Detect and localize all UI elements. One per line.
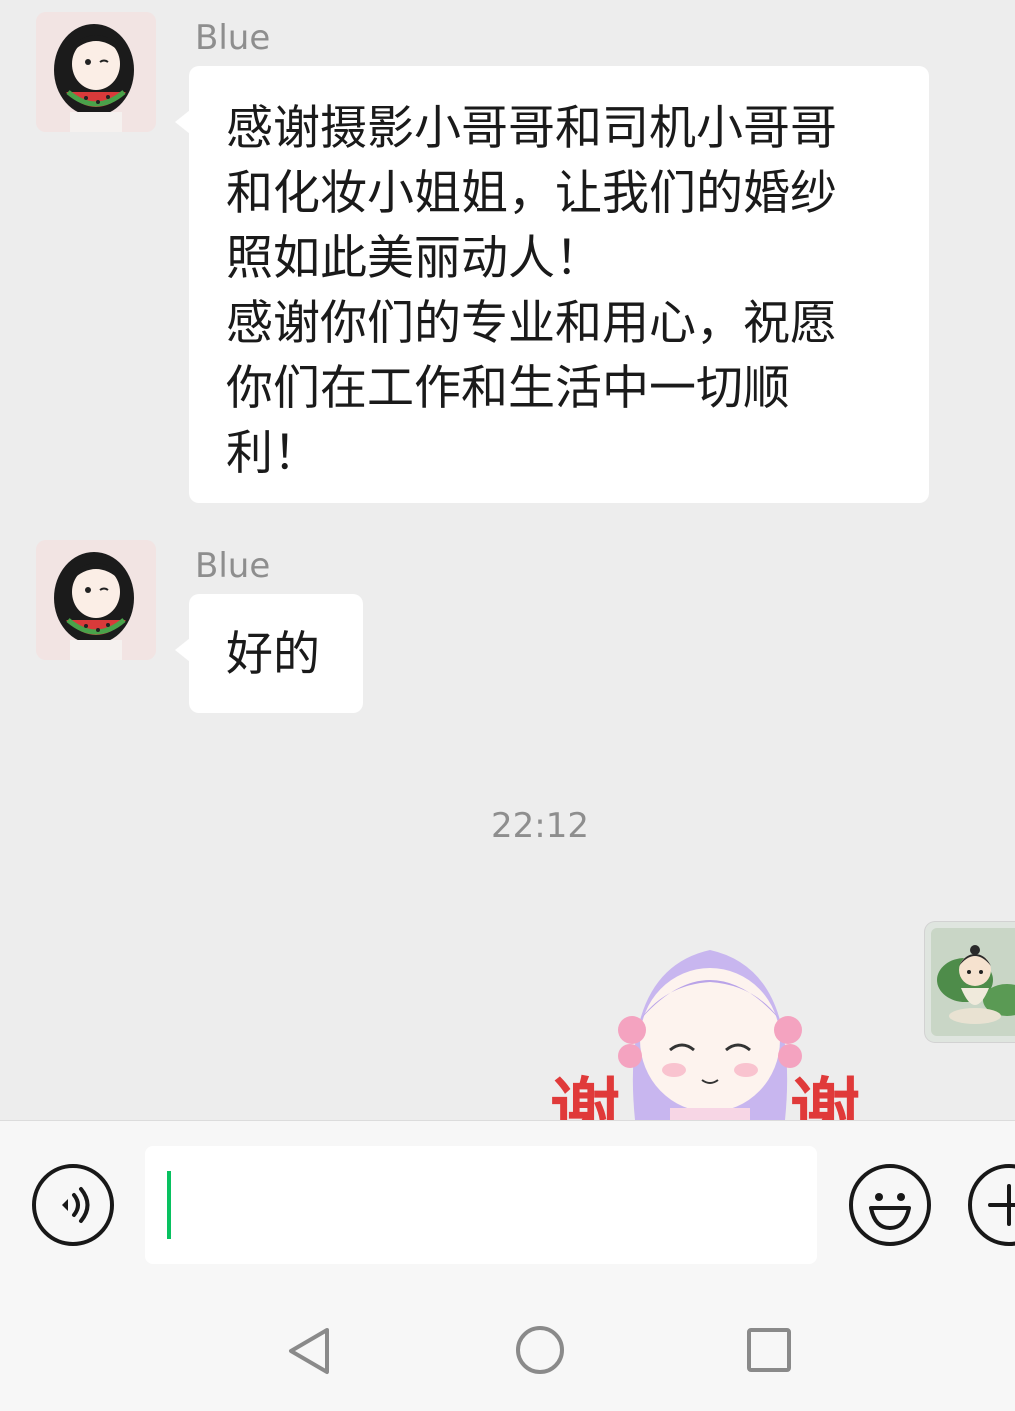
message-timestamp: 22:12 [491, 806, 589, 846]
anime-girl-sticker-image: 谢 谢 [550, 950, 860, 1120]
message-line: 感谢你们的专业和用心，祝愿 [226, 296, 837, 351]
system-nav-bar [0, 1290, 1015, 1411]
message-line: 和化妆小姐姐，让我们的婚纱 [226, 166, 837, 221]
message-input[interactable] [145, 1146, 817, 1264]
back-nav-icon[interactable] [285, 1326, 335, 1376]
message-list[interactable]: Blue 感谢摄影小哥哥和司机小哥哥 和化妆小姐姐，让我们的婚纱 照如此美丽动人… [0, 0, 1015, 1120]
my-avatar[interactable] [925, 922, 1015, 1042]
message-bubble[interactable]: 感谢摄影小哥哥和司机小哥哥 和化妆小姐姐，让我们的婚纱 照如此美丽动人！ 感谢你… [175, 66, 929, 503]
thank-you-sticker[interactable]: 谢 谢 [540, 930, 890, 1120]
girl-watermelon-avatar-image [36, 12, 156, 132]
plus-icon [988, 1184, 1015, 1226]
message-line: 好的 [226, 627, 320, 682]
sender-name: Blue [195, 546, 271, 586]
message-line: 利！ [226, 426, 320, 481]
message-bubble[interactable]: 好的 [175, 594, 363, 713]
sender-avatar[interactable] [36, 540, 156, 660]
sticker-text-right: 谢 [790, 1070, 860, 1120]
message-line: 感谢摄影小哥哥和司机小哥哥 [226, 101, 837, 156]
girl-watermelon-avatar-image [36, 540, 156, 660]
sticker-text-left: 谢 [550, 1070, 620, 1120]
lotus-doll-avatar-image [931, 928, 1015, 1036]
emoji-icon [869, 1193, 911, 1230]
sender-avatar[interactable] [36, 12, 156, 132]
text-caret [167, 1171, 171, 1239]
home-nav-icon[interactable] [514, 1324, 566, 1376]
sender-name: Blue [195, 18, 271, 58]
message-line: 你们在工作和生活中一切顺 [226, 361, 790, 416]
recents-nav-icon[interactable] [745, 1326, 793, 1374]
emoji-button[interactable] [849, 1164, 931, 1246]
message-line: 照如此美丽动人！ [226, 231, 602, 286]
voice-button[interactable] [32, 1164, 114, 1246]
chat-screen: Blue 感谢摄影小哥哥和司机小哥哥 和化妆小姐姐，让我们的婚纱 照如此美丽动人… [0, 0, 1015, 1411]
voice-icon [62, 1187, 90, 1223]
more-button[interactable] [968, 1164, 1015, 1246]
